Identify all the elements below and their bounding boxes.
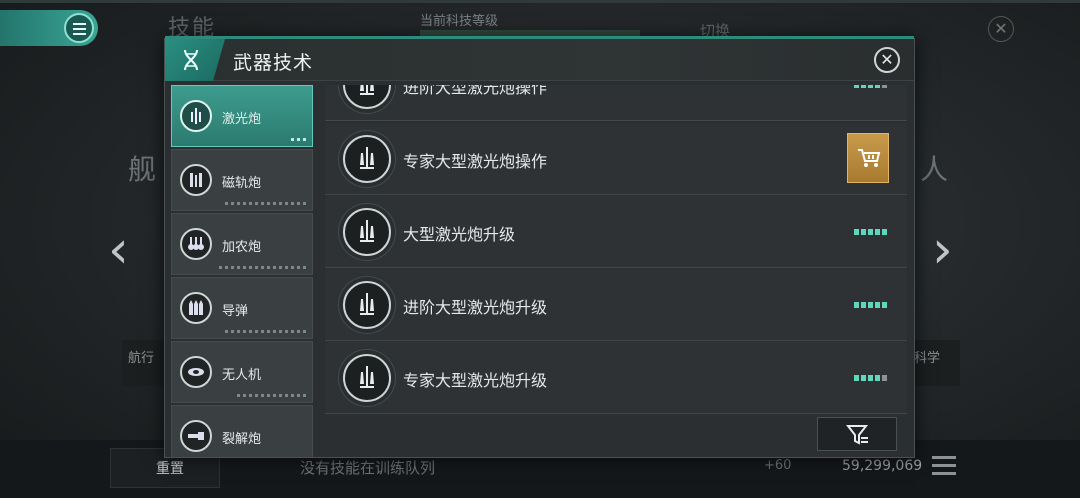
sidebar-item-drone[interactable]: 无人机	[171, 341, 313, 403]
skill-list: 进阶大型激光炮操作 专家大型激光炮操作 大型激光炮升级 进阶大型激光炮升级 专家…	[325, 85, 907, 457]
bottom-menu-icon[interactable]	[932, 456, 956, 478]
modal-header: 武器技术 ✕	[165, 36, 914, 81]
dna-icon	[165, 39, 225, 81]
close-icon[interactable]: ✕	[874, 47, 900, 73]
sidebar-item-label: 裂解炮	[222, 432, 262, 447]
weapon-category-sidebar: 激光炮 磁轨炮 加农炮 导弹 无人机 裂解炮	[171, 85, 315, 457]
sidebar-progress	[225, 202, 306, 205]
skill-level	[854, 229, 887, 235]
skill-name: 专家大型激光炮操作	[403, 152, 548, 171]
missile-icon	[180, 292, 212, 324]
drone-icon	[180, 356, 212, 388]
skill-row[interactable]: 进阶大型激光炮操作	[325, 85, 907, 121]
skill-name: 进阶大型激光炮升级	[403, 298, 548, 317]
laser-skill-icon	[343, 85, 391, 109]
tech-level-label: 当前科技等级	[420, 14, 499, 29]
sidebar-progress	[237, 394, 306, 397]
sidebar-item-label: 加农炮	[222, 240, 262, 255]
modal-title: 武器技术	[233, 52, 314, 74]
skill-level	[854, 375, 887, 381]
menu-icon	[64, 13, 94, 43]
laser-skill-icon	[343, 135, 391, 183]
laser-skill-icon	[343, 208, 391, 256]
skill-row[interactable]: 专家大型激光炮操作	[325, 123, 907, 195]
prev-arrow-icon[interactable]: ‹	[108, 220, 129, 280]
railgun-icon	[180, 164, 212, 196]
skill-level	[854, 85, 887, 88]
training-queue-text: 没有技能在训练队列	[300, 459, 436, 477]
buy-skill-button[interactable]	[847, 133, 889, 183]
next-arrow-icon[interactable]: ›	[932, 220, 953, 280]
sidebar-item-railgun[interactable]: 磁轨炮	[171, 149, 313, 211]
skill-row[interactable]: 进阶大型激光炮升级	[325, 269, 907, 341]
bg-card-left-label: 航行	[128, 351, 155, 366]
weapon-tech-modal: 武器技术 ✕ 激光炮 磁轨炮 加农炮 导弹 无人机 裂解炮 进阶大型激光炮操作 …	[164, 36, 915, 458]
bg-heading-right: 人	[920, 153, 949, 186]
disintegrator-icon	[180, 420, 212, 452]
skill-name: 进阶大型激光炮操作	[403, 85, 548, 97]
sidebar-item-laser[interactable]: 激光炮	[171, 85, 313, 147]
sidebar-item-disintegrator[interactable]: 裂解炮	[171, 405, 313, 457]
plus-value: +60	[764, 458, 792, 473]
cannon-icon	[180, 228, 212, 260]
sidebar-item-label: 导弹	[222, 304, 249, 319]
main-menu-button[interactable]	[0, 10, 98, 46]
skill-row[interactable]: 大型激光炮升级	[325, 196, 907, 268]
skill-row[interactable]: 专家大型激光炮升级	[325, 342, 907, 414]
bg-card-right-label: 科学	[914, 351, 941, 366]
credits-value: 59,299,069	[842, 458, 923, 474]
sidebar-item-label: 无人机	[222, 368, 262, 383]
skill-name: 大型激光炮升级	[403, 225, 516, 244]
sidebar-item-cannon[interactable]: 加农炮	[171, 213, 313, 275]
sidebar-item-label: 激光炮	[222, 112, 262, 127]
filter-button[interactable]	[817, 417, 897, 451]
filter-icon	[846, 425, 869, 445]
background-close-icon[interactable]: ✕	[988, 16, 1014, 42]
skill-name: 专家大型激光炮升级	[403, 371, 548, 390]
bg-heading-left: 舰	[128, 153, 157, 186]
sidebar-progress	[225, 330, 306, 333]
sidebar-progress	[219, 266, 306, 269]
skill-level	[854, 302, 887, 308]
sidebar-progress	[291, 138, 306, 141]
reset-label: 重置	[156, 461, 184, 477]
laser-skill-icon	[343, 281, 391, 329]
sidebar-item-label: 磁轨炮	[222, 176, 262, 191]
laser-icon	[180, 100, 212, 132]
top-line	[0, 0, 1080, 3]
sidebar-item-missile[interactable]: 导弹	[171, 277, 313, 339]
cart-icon	[858, 149, 881, 167]
laser-skill-icon	[343, 354, 391, 402]
